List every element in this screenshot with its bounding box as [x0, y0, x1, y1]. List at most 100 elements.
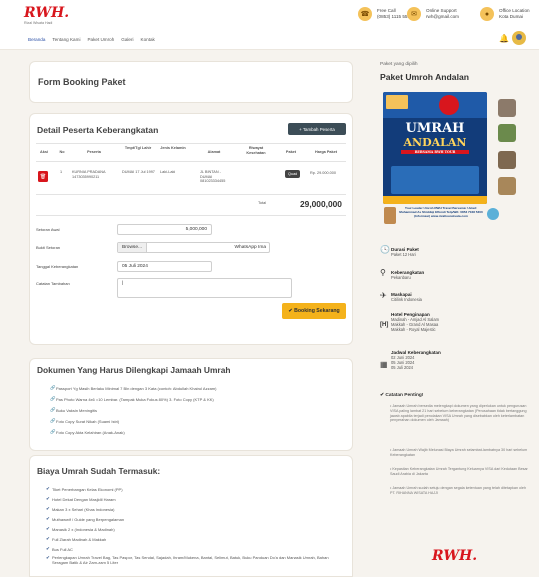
phone-icon: ☎ — [358, 7, 372, 21]
detail-departure: Keberangkatan Pekanbaru — [391, 270, 424, 280]
list-item: ✔ Perlengkapan Umrah Travel Bag, Tas Pasp… — [46, 555, 336, 565]
booking-submit-button[interactable]: ✔ Booking Sekarang — [282, 303, 346, 319]
note-item: • Kepastian Keberangkatan Umrah Tergantu… — [390, 467, 528, 476]
list-text: Tiket Penerbangan Kelas Ekonomi (PP) — [52, 486, 123, 492]
list-item: ✔ Tiket Penerbangan Kelas Ekonomi (PP) — [46, 486, 123, 492]
detail-value: Paket 12 Hari — [391, 252, 416, 257]
nav-tentang[interactable]: Tentang Kami — [52, 37, 80, 42]
includes-title: Biaya Umrah Sudah Termasuk: — [37, 466, 161, 476]
list-item: 🔗 Passport Yg Masih Berlaku Minimal 7 Bln… — [50, 385, 216, 391]
file-input[interactable]: Browse... WhatsApp Ima — [117, 242, 270, 253]
row-address: JL BINTAN - DUMAI 081023334455 — [200, 170, 226, 184]
free-call[interactable]: ☎ Free Call (0853) 1115 5555 — [358, 7, 413, 21]
page-title: Form Booking Paket — [38, 77, 126, 87]
nav-beranda[interactable]: Beranda — [28, 37, 45, 42]
detail-value: Citilink Indonesia — [391, 297, 422, 302]
brand-logo[interactable]: RWH. Rizal Wisata Hadi — [24, 5, 70, 30]
gallery-thumb[interactable] — [498, 124, 516, 142]
poster-kaaba-image — [391, 166, 479, 194]
note-item: • Jamaah Umrah sudah setuju dengan segal… — [390, 486, 526, 495]
row-id: 1473035990211 — [72, 174, 100, 179]
list-text: Muthawwif / Guide yang Berpengalaman — [52, 516, 125, 522]
divider — [36, 143, 346, 144]
nav-kontak[interactable]: Kontak — [141, 37, 155, 42]
poster-title-top: UMRAH — [405, 121, 465, 136]
office-location[interactable]: ● Office Location Kota Dumai — [480, 7, 530, 21]
file-name: WhatsApp Ima — [234, 245, 266, 250]
row-gender: Laki-Laki — [160, 170, 176, 174]
note-item: • Jamaah Umrah bersedia melengkapi dokum… — [390, 404, 527, 423]
online-support[interactable]: ✉ Online Support rwh@gmail.com — [407, 7, 459, 21]
gallery-thumb[interactable] — [498, 177, 516, 195]
list-item: ✔ Manasik 2 x (Indonesia & Madinah) — [46, 526, 115, 532]
list-item: ✔ Full Ziarah Madinah & Makkah — [46, 536, 106, 542]
row-name: KURNIA PRADANA — [72, 170, 106, 174]
list-item: 🔗 Foto Copy Surat Nikah (Suami Istri) — [50, 418, 119, 424]
date-input[interactable]: 05 Juli 2024 — [117, 261, 212, 272]
row-peserta: KURNIA PRADANA 1473035990211 — [72, 170, 112, 179]
selected-package-label: Paket yang dipilih — [380, 62, 418, 67]
calendar-icon: ▦ — [380, 360, 388, 369]
list-text: Foto Copy Akta Kelahiran (Anak-Anak) — [56, 429, 125, 435]
add-participant-button[interactable]: + Tambah Peserta — [288, 123, 346, 135]
divider — [36, 215, 346, 216]
booking-title-card: Form Booking Paket — [29, 61, 353, 103]
avatar[interactable] — [512, 31, 526, 45]
col-no: No — [59, 150, 65, 154]
main-nav: Beranda Tentang Kami Paket Umroh Galeri … — [28, 37, 155, 42]
list-item: ✔ Bus Full AC — [46, 546, 73, 552]
note-text: Jamaah Umrah Wajib Melunasi Biaya Umrah … — [390, 448, 528, 457]
nav-paket[interactable]: Paket Umroh — [87, 37, 114, 42]
tour-leader-photo — [384, 207, 396, 224]
selected-package-name: Paket Umroh Andalan — [380, 72, 469, 82]
list-text: Perlengkapan Umrah Travel Bag, Tas Paspo… — [52, 555, 329, 565]
notes-textarea[interactable]: | — [117, 278, 292, 298]
list-text: Passport Yg Masih Berlaku Minimal 7 Bln … — [56, 385, 217, 391]
proof-label: Bukti Setoran — [36, 245, 61, 250]
office-city: Kota Dumai — [499, 14, 524, 19]
documents-title: Dokumen Yang Harus Dilengkapi Jamaah Umr… — [37, 365, 231, 375]
bell-icon[interactable]: 🔔 — [499, 34, 509, 43]
nav-galeri[interactable]: Galeri — [121, 37, 133, 42]
package-poster[interactable]: UMRAH ANDALAN BERSAMA RWH TOUR — [383, 92, 487, 204]
site-header: RWH. Rizal Wisata Hadi ☎ Free Call (0853)… — [0, 0, 539, 50]
list-item: 🔗 Pas Photo Warna 4x6 =10 Lembar. (Tampak… — [50, 396, 214, 402]
detail-schedule: Jadwal Keberangkatan 02 Juni 2024 05 Juni … — [391, 350, 441, 370]
footer-logo: RWH. — [432, 548, 478, 564]
list-item: ✔ Makan 3 x Sehari (Khas Indonesia) — [46, 506, 114, 512]
total-value: 29,000,000 — [300, 199, 342, 209]
row-birth: DUMAI 17 Jul 1997 — [122, 170, 155, 174]
total-label: Total — [258, 201, 267, 205]
logo-text: RWH. — [24, 5, 70, 21]
note-text: Jamaah Umrah sudah setuju dengan segala … — [390, 486, 526, 495]
detail-airline: Maskapai Citilink Indonesia — [391, 292, 422, 302]
gallery-thumb[interactable] — [498, 151, 516, 169]
col-health: Riwayat Kesehatan — [246, 146, 266, 155]
row-price: Rp. 29.000.000 — [310, 171, 336, 175]
dp-label: Setoran Awal — [36, 227, 60, 232]
col-birth: Tmpt/Tgl Lahir — [124, 146, 152, 150]
dp-input[interactable]: 5,000,000 — [117, 224, 212, 235]
list-text: Makan 3 x Sehari (Khas Indonesia) — [52, 506, 115, 512]
poster-footer: Tour Leader Umroh RWH Travel Bersama: Us… — [399, 206, 483, 218]
list-text: Foto Copy Surat Nikah (Suami Istri) — [56, 418, 120, 424]
row-no: 1 — [60, 170, 63, 174]
notes-title: ✔ Catatan Penting! — [380, 393, 424, 398]
detail-value: Makkah - Royal Majestic — [391, 327, 436, 332]
divider — [36, 194, 346, 195]
note-text: Jamaah Umrah bersedia melengkapi dokumen… — [390, 404, 527, 423]
plane-logo — [487, 208, 499, 220]
poster-title-main: ANDALAN — [403, 136, 467, 149]
participants-title: Detail Peserta Keberangkatan — [37, 125, 159, 135]
list-item: ✔ Hotel Dekat Dengan Masjidil Haram — [46, 496, 116, 502]
browse-button[interactable]: Browse... — [118, 243, 147, 252]
col-alamat: Alamat — [207, 150, 221, 154]
detail-value: Pekanbaru — [391, 275, 411, 280]
detail-value: 05 Juli 2024 — [391, 365, 414, 370]
col-paket: Paket — [285, 150, 297, 154]
detail-hotel: Hotel Penginapan Madinah - Amjad Al Salam… — [391, 312, 439, 332]
hotel-icon: [H] — [380, 322, 389, 328]
gallery-thumb[interactable] — [498, 99, 516, 117]
trash-icon[interactable]: 🗑 — [38, 171, 48, 182]
list-item: 🔗 Buku Vaksin Meningitis — [50, 407, 97, 413]
